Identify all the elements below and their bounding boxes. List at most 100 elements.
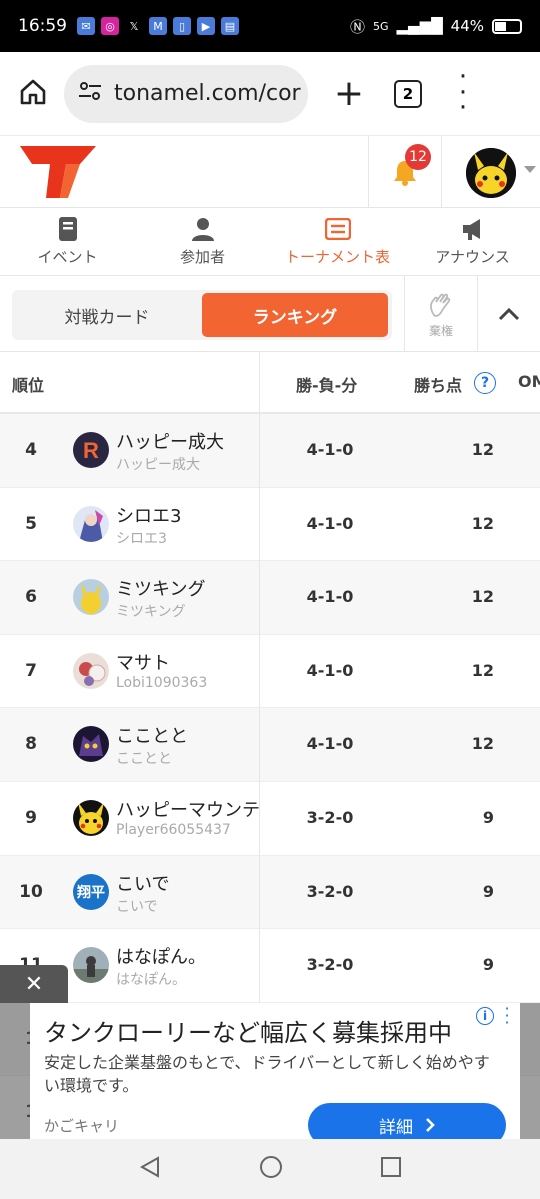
tab-bracket[interactable]: トーナメント表 (270, 208, 405, 275)
tab-announce-label: アナウンス (435, 248, 510, 266)
player-handle: Lobi1090363 (116, 674, 208, 691)
tab-bracket-label: トーナメント表 (284, 248, 390, 266)
collapse-button[interactable] (478, 276, 540, 352)
wave-hand-icon (430, 293, 451, 317)
nfc-icon: Ⓝ (349, 17, 365, 36)
row-rank: 8 (25, 734, 37, 755)
home-icon[interactable] (18, 77, 48, 111)
calendar-icon: ▤ (221, 17, 239, 35)
back-icon[interactable] (138, 1155, 162, 1183)
battery-icon (492, 18, 522, 34)
row-points: 12 (471, 587, 494, 607)
row-wld: 4-1-0 (306, 587, 354, 607)
notification-icons: ✉ ◎ 𝕏 M ▯ ▶ ▤ (77, 17, 239, 35)
row-wld: 4-1-0 (306, 440, 354, 459)
anime-avatar (73, 505, 109, 542)
chevron-up-icon (498, 307, 520, 321)
tab-event-label: イベント (37, 248, 98, 266)
ranking-table-header: 順位 勝-負-分 勝ち点 ? OM (0, 352, 540, 414)
tonamel-logo[interactable] (20, 145, 96, 198)
table-row[interactable]: 4 R ハッピー成大 ハッピー成大 4-1-0 12 (0, 414, 540, 488)
ad-more-icon[interactable]: · · · (504, 1001, 510, 1031)
close-icon: ✕ (24, 971, 44, 997)
home-circle-icon[interactable] (258, 1154, 284, 1184)
row-wld: 3-2-0 (306, 881, 354, 901)
table-row[interactable]: 10 翔平 こいで こいで 3-2-0 9 (0, 855, 540, 930)
site-settings-icon[interactable] (78, 81, 104, 107)
row-wld: 4-1-0 (306, 513, 354, 533)
tab-participants[interactable]: 参加者 (135, 208, 270, 275)
row-wld: 4-1-0 (306, 734, 354, 754)
table-row[interactable]: 9 ハッピーマウンテン Player66055437 3-2-0 9 (0, 782, 540, 856)
tab-event[interactable]: イベント (0, 208, 135, 275)
table-row[interactable]: 8 こことと こことと 4-1-0 12 (0, 708, 540, 782)
header-points: 勝ち点 (414, 376, 463, 395)
browser-toolbar: tonamel.com/cor + 2 · · · (0, 52, 540, 136)
player-handle: シロエ3 (116, 530, 167, 547)
signal-icon: ▂▄▆█ (396, 17, 443, 35)
ad-info-icon[interactable]: i (476, 1007, 494, 1025)
bracket-icon (324, 216, 351, 242)
event-icon (55, 216, 81, 242)
header-extra: OM (518, 372, 540, 391)
system-nav-bar (0, 1139, 540, 1199)
player-handle: こことと (116, 751, 172, 768)
x-icon: 𝕏 (129, 19, 139, 33)
row-points: 12 (471, 660, 494, 680)
dark-creature-avatar (73, 726, 109, 763)
table-row[interactable]: 7 マサト Lobi1090363 4-1-0 12 (0, 635, 540, 709)
chevron-down-icon[interactable] (524, 166, 536, 173)
close-ad-button[interactable]: ✕ (0, 965, 68, 1003)
row-points: 12 (471, 734, 494, 754)
ad-title: タンクローリーなど幅広く募集採用中 (44, 1019, 452, 1047)
table-row[interactable]: 6 ミツキング ミツキング 4-1-0 12 (0, 561, 540, 635)
person-icon (190, 216, 216, 242)
table-row[interactable]: 11 はなぽん。 はなぽん。 3-2-0 9 (0, 929, 540, 1003)
row-wld: 3-2-0 (306, 955, 354, 975)
player-name: シロエ3 (116, 505, 182, 527)
row-wld: 4-1-0 (306, 660, 354, 680)
match-cards-button[interactable]: 対戦カード (12, 290, 202, 340)
player-name: マサト (116, 652, 170, 674)
ad-detail-label: 詳細 (379, 1117, 413, 1138)
header-rank: 順位 (12, 376, 45, 395)
row-rank: 9 (25, 807, 37, 828)
player-handle: ハッピー成大 (116, 457, 200, 473)
notifications-button[interactable]: 12 (368, 136, 442, 208)
recents-icon[interactable] (380, 1156, 402, 1182)
instagram-icon: ◎ (101, 17, 119, 35)
ad-body: 安定した企業基盤のもとで、ドライバーとして新しく始めやすい環境です。 (44, 1053, 490, 1095)
ad-banner[interactable]: タンクローリーなど幅広く募集採用中 安定した企業基盤のもとで、ドライバーとして新… (30, 1001, 520, 1147)
new-tab-icon[interactable]: + (332, 73, 366, 114)
url-field[interactable]: tonamel.com/cor (64, 64, 308, 123)
more-menu-icon[interactable]: · · · (456, 64, 470, 121)
player-handle: はなぽん。 (116, 972, 186, 989)
notification-badge: 12 (405, 144, 431, 170)
avatar-text: 翔平 (77, 884, 105, 901)
row-wld: 3-2-0 (306, 807, 354, 827)
player-name: こいで (116, 873, 170, 895)
svg-text:R: R (83, 438, 99, 463)
row-rank: 6 (25, 587, 37, 608)
tab-announce[interactable]: アナウンス (405, 208, 540, 275)
ranking-button[interactable]: ランキング (202, 293, 388, 337)
app-header: 12 (0, 136, 540, 208)
tab-switcher-button[interactable]: 2 (394, 79, 422, 108)
table-row[interactable]: 5 シロエ3 シロエ3 4-1-0 12 (0, 488, 540, 562)
user-avatar[interactable] (466, 148, 516, 198)
status-time: 16:59 (18, 16, 67, 36)
phone-app-icon: ▯ (173, 17, 191, 35)
view-switcher-row: 対戦カード ランキング 棄権 (0, 276, 540, 352)
help-icon[interactable]: ? (474, 372, 496, 394)
player-handle: Player66055437 (116, 821, 231, 838)
player-handle: こいで (116, 898, 158, 915)
network-label: 5G (372, 19, 389, 33)
forfeit-button[interactable]: 棄権 (404, 276, 478, 352)
tab-participants-label: 参加者 (179, 248, 225, 266)
pikachu-figure-avatar (73, 579, 109, 616)
chevron-right-icon (426, 1118, 435, 1132)
view-segmented-control: 対戦カード ランキング (12, 290, 392, 340)
plush-avatar (73, 652, 109, 689)
row-points: 9 (482, 881, 494, 901)
row-rank: 5 (25, 513, 37, 534)
